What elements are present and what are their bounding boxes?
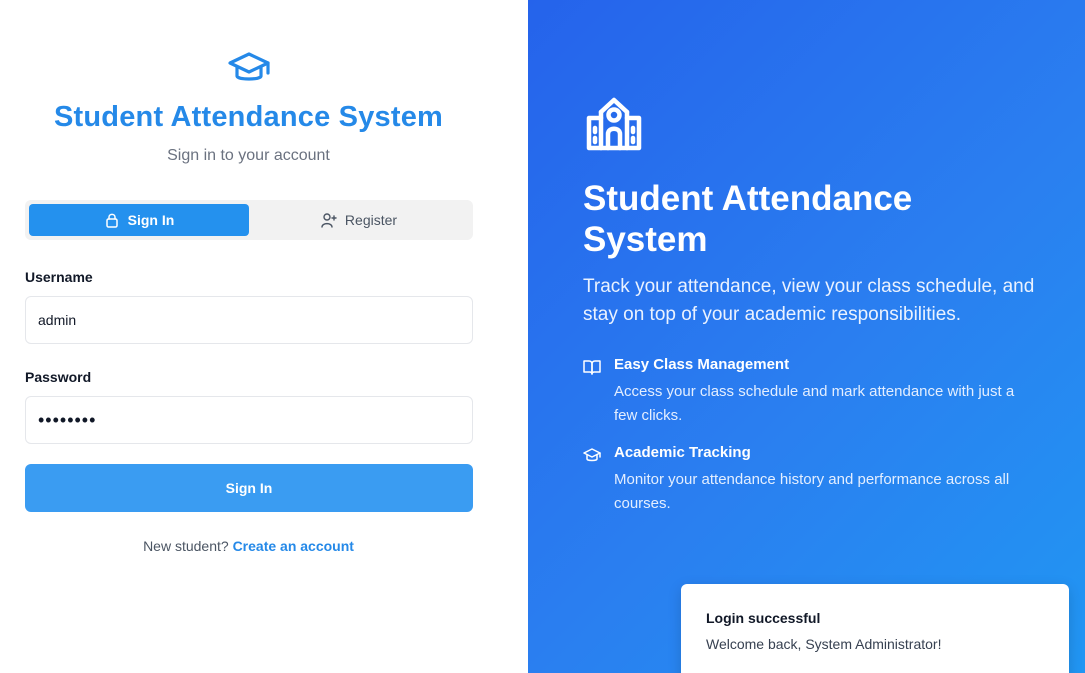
school-icon <box>586 97 642 151</box>
app-title: Student Attendance System <box>53 101 444 133</box>
hero-title: Student Attendance System <box>583 179 913 259</box>
graduation-cap-icon <box>228 52 270 81</box>
password-input[interactable] <box>25 396 473 444</box>
username-input[interactable] <box>25 296 473 344</box>
hero-panel: Student Attendance System Track your att… <box>528 0 1085 673</box>
register-prompt: New student? Create an account <box>0 538 497 554</box>
password-label: Password <box>25 369 92 385</box>
graduation-cap-icon <box>583 448 601 462</box>
tab-register[interactable]: Register <box>249 204 469 236</box>
book-open-icon <box>583 360 601 375</box>
login-subtitle: Sign in to your account <box>167 147 330 164</box>
username-label: Username <box>25 269 93 285</box>
sign-in-button[interactable]: Sign In <box>25 464 473 512</box>
feature-description: Access your class schedule and mark atte… <box>614 383 1015 424</box>
register-prompt-text: New student? <box>143 538 229 554</box>
auth-tabs: Sign In Register <box>25 200 473 240</box>
toast-title: Login successful <box>706 610 821 626</box>
login-panel: Student Attendance System Sign in to you… <box>0 0 528 673</box>
toast-description: Welcome back, System Administrator! <box>706 636 942 652</box>
feature-description: Monitor your attendance history and perf… <box>614 471 1010 512</box>
lock-icon <box>105 213 118 228</box>
create-account-link[interactable]: Create an account <box>233 538 354 554</box>
tab-register-label: Register <box>344 212 398 228</box>
hero-subtitle: Track your attendance, view your class s… <box>583 276 1035 325</box>
feature-title: Academic Tracking <box>614 444 751 461</box>
tab-sign-in[interactable]: Sign In <box>29 204 249 236</box>
user-plus-icon <box>321 213 337 228</box>
toast-notification[interactable]: Login successful Welcome back, System Ad… <box>681 584 1069 673</box>
tab-sign-in-label: Sign In <box>127 212 175 228</box>
feature-title: Easy Class Management <box>614 356 790 373</box>
